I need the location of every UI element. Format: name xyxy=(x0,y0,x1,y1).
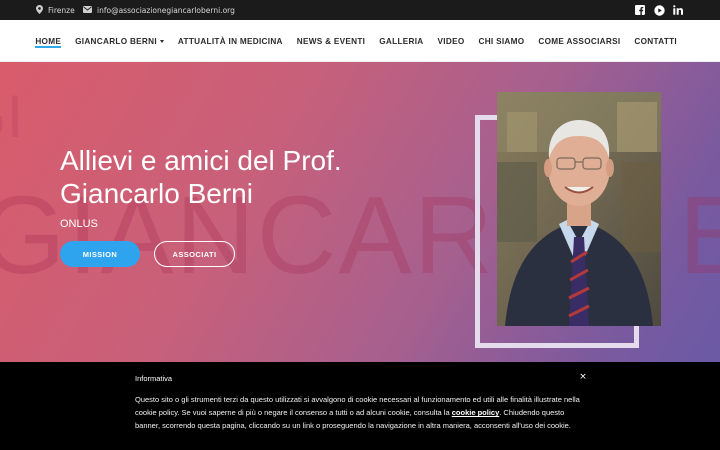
portrait-photo xyxy=(497,92,661,326)
cookie-title: Informativa xyxy=(135,374,173,383)
linkedin-icon[interactable] xyxy=(672,4,684,16)
location-text: Firenze xyxy=(48,5,75,15)
cookie-text: Questo sito o gli strumenti terzi da que… xyxy=(135,393,585,433)
associati-button[interactable]: ASSOCIATI xyxy=(154,241,235,267)
nav-galleria-label: GALLERIA xyxy=(379,36,424,46)
location: Firenze xyxy=(36,0,75,20)
facebook-icon[interactable] xyxy=(634,4,646,16)
main-navbar: HOME GIANCARLO BERNI ATTUALITÀ IN MEDICI… xyxy=(0,20,720,62)
nav-contatti-label: CONTATTI xyxy=(634,36,677,46)
cookie-policy-link[interactable]: cookie policy xyxy=(452,408,500,417)
envelope-icon xyxy=(83,5,92,15)
nav-chi-siamo-label: CHI SIAMO xyxy=(478,36,525,46)
map-pin-icon xyxy=(36,4,43,16)
nav-giancarlo-berni[interactable]: GIANCARLO BERNI xyxy=(68,20,171,62)
nav-attualita-label: ATTUALITÀ IN MEDICINA xyxy=(177,36,283,46)
email-link[interactable]: info@associazionegiancarloberni.org xyxy=(83,0,235,20)
caret-down-icon xyxy=(159,39,164,43)
hero-title: Allievi e amici del Prof. Giancarlo Bern… xyxy=(60,145,342,209)
nav-attualita-in-medicina[interactable]: ATTUALITÀ IN MEDICINA xyxy=(171,20,290,62)
cookie-banner: Informativa × Questo sito o gli strument… xyxy=(0,362,720,450)
main-nav: HOME GIANCARLO BERNI ATTUALITÀ IN MEDICI… xyxy=(28,20,684,62)
nav-news-label: NEWS & EVENTI xyxy=(296,36,366,46)
top-bar: Firenze info@associazionegiancarloberni.… xyxy=(0,0,720,20)
nav-chi-siamo[interactable]: CHI SIAMO xyxy=(472,20,532,62)
nav-home[interactable]: HOME xyxy=(28,20,68,62)
nav-galleria[interactable]: GALLERIA xyxy=(372,20,430,62)
nav-come-associarsi-label: COME ASSOCIARSI xyxy=(538,36,621,46)
nav-news-eventi[interactable]: NEWS & EVENTI xyxy=(290,20,373,62)
nav-video[interactable]: VIDEO xyxy=(431,20,472,62)
nav-contatti[interactable]: CONTATTI xyxy=(627,20,684,62)
mission-button[interactable]: MISSION xyxy=(60,241,140,267)
hero-section: GI GIANCARLO BE Allievi e amici del Prof… xyxy=(0,62,720,362)
nav-giancarlo-berni-label: GIANCARLO BERNI xyxy=(75,36,157,46)
close-icon[interactable]: × xyxy=(577,371,589,383)
nav-home-label: HOME xyxy=(35,36,62,46)
email-text: info@associazionegiancarloberni.org xyxy=(97,5,235,15)
hero-background-text-top: GI xyxy=(0,83,24,150)
youtube-play-icon[interactable] xyxy=(653,4,665,16)
nav-come-associarsi[interactable]: COME ASSOCIARSI xyxy=(531,20,627,62)
hero-subtitle: ONLUS xyxy=(60,218,98,230)
nav-video-label: VIDEO xyxy=(437,36,465,46)
